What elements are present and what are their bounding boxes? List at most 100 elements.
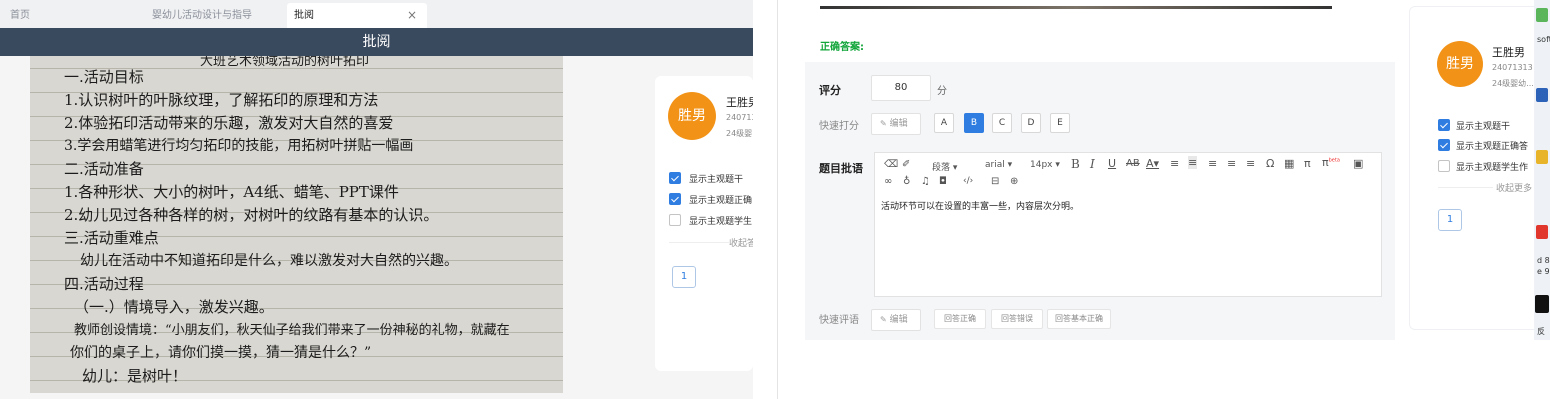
comment-partial-button[interactable]: 回答基本正确 [1047,309,1111,329]
checkbox[interactable] [669,214,681,226]
edit-label: 编辑 [889,315,908,325]
quick-score-label: 快速打分 [819,121,859,132]
indent-icon[interactable]: ≡ [1170,157,1179,170]
collapse-link[interactable]: 收起答 [729,236,753,249]
comment-correct-button[interactable]: 回答正确 [934,309,986,329]
font-select[interactable]: arial ▾ [985,160,1012,170]
student-card: 胜男 王胜男 240713 24级婴 显示主观题干 显示主观题正确 显示主观题学… [655,76,753,371]
grade-c-button[interactable]: C [992,113,1012,133]
option-label: 显示主观题正确 [689,196,753,206]
left-review-pane: 首页 婴幼儿活动设计与指导 批阅 × 批阅 大班艺术领域活动的树叶拓印 一.活动… [0,0,753,399]
student-name: 王胜男 [726,96,753,109]
font-color-icon[interactable]: A▾ [1146,157,1159,170]
comment-editor[interactable]: ⌫ ✐ 段落 ▾ arial ▾ 14px ▾ B I U AB A▾ ≡ ≡ … [874,152,1382,297]
collapse-link[interactable]: 收起更多 [1496,181,1532,194]
homework-image: 大班艺术领域活动的树叶拓印 一.活动目标 1.认识树叶的叶脉纹理，了解拓印的原理… [30,56,563,393]
folder-icon[interactable] [1536,150,1548,164]
handwriting-line: （一.）情境导入，激发兴趣。 [74,298,274,316]
right-review-pane: 正确答案: 评分 80 分 快速打分 ✎ 编辑 A B C D E 题目批语 快… [780,0,1550,340]
tab-review[interactable]: 批阅 × [287,3,427,28]
app-icon[interactable] [1536,225,1548,239]
correct-answer-label: 正确答案: [820,42,864,53]
font-size-select[interactable]: 14px ▾ [1030,160,1060,170]
tab-course-label: 婴幼儿活动设计与指导 [152,10,252,21]
align-justify-icon[interactable]: ≡ [1246,157,1255,170]
special-char-icon[interactable]: Ω [1266,157,1274,170]
handwriting-line: 教师创设情境：“小朋友们，秋天仙子给我们带来了一份神秘的礼物，就藏在 [74,323,510,338]
handwriting-line: 2.幼儿见过各种各样的树，对树叶的纹路有基本的认识。 [64,206,439,224]
handwriting-line: 幼儿在活动中不知道拓印是什么，难以激发对大自然的兴趣。 [80,253,458,269]
handwriting-line: 三.活动重难点 [64,229,159,247]
option-label: 显示主观题干 [689,175,744,185]
page-button[interactable]: 1 [1438,209,1462,231]
handwriting-line: 1.认识树叶的叶脉纹理，了解拓印的原理和方法 [64,91,379,109]
page-title: 批阅 [0,28,753,56]
tab-home[interactable]: 首页 [10,3,30,28]
checkbox[interactable] [1438,160,1450,172]
table-icon[interactable]: ▦ [1284,157,1294,170]
option-label: 显示主观题学生作 [1456,163,1529,173]
link-icon[interactable]: ∞ [884,176,892,187]
eraser-icon[interactable]: ⌫ [884,159,898,170]
handwriting-line: 2.体验拓印活动带来的乐趣，激发对大自然的喜爱 [64,114,394,132]
app-icon[interactable] [1535,295,1549,313]
score-input[interactable]: 80 [871,75,931,101]
tab-course[interactable]: 婴幼儿活动设计与指导 [152,3,252,28]
underline-icon[interactable]: U [1108,157,1116,170]
divider [669,242,729,243]
handwriting-line: 1.各种形状、大小的树叶，A4纸、蜡笔、PPT课件 [64,183,399,201]
desktop-label: d 8 [1537,256,1550,265]
student-card: 胜男 王胜男 24071313 24级婴幼... 显示主观题干 显示主观题正确答… [1409,6,1546,330]
comment-content[interactable]: 活动环节可以在设置的丰富一些，内容层次分明。 [881,199,1079,212]
handwriting-line: 四.活动过程 [64,275,144,293]
tab-review-label: 批阅 [294,10,314,21]
score-label: 评分 [819,84,841,97]
paragraph-select[interactable]: 段落 ▾ [932,160,957,173]
checkbox[interactable] [1438,139,1450,151]
bold-icon[interactable]: B [1071,157,1080,171]
camera-icon[interactable]: ◘ [939,176,947,187]
pencil-icon: ✎ [880,315,887,324]
formula-icon[interactable]: π [1304,157,1311,170]
music-icon[interactable]: ♫ [921,176,930,187]
format-painter-icon[interactable]: ✐ [902,159,910,170]
code-icon[interactable]: ‹/› [963,176,973,186]
search-icon[interactable]: ⊕ [1010,176,1018,187]
page-button[interactable]: 1 [672,266,696,288]
italic-icon[interactable]: I [1090,157,1095,171]
formula-beta-icon[interactable]: πbeta [1322,156,1340,169]
quick-comment-label: 快速评语 [819,315,859,326]
align-right-icon[interactable]: ≡ [1227,157,1236,170]
close-icon[interactable]: × [407,3,417,28]
checkbox[interactable] [1438,119,1450,131]
avatar: 胜男 [668,92,716,140]
microphone-icon[interactable]: ♁ [903,176,910,187]
strikethrough-icon[interactable]: AB [1126,158,1140,169]
comment-wrong-button[interactable]: 回答错误 [991,309,1043,329]
paragraph-label: 段落 [932,163,951,173]
edit-label: 编辑 [889,119,908,129]
handwriting-line: 你们的桌子上，请你们摸一摸，猜一猜是什么？” [70,345,372,361]
handwriting-line: 二.活动准备 [64,160,144,178]
checkbox[interactable] [669,193,681,205]
align-left-icon[interactable]: ≡ [1188,156,1198,169]
quick-comment-edit-button[interactable]: ✎ 编辑 [871,309,921,331]
app-icon[interactable] [1536,8,1548,22]
student-id: 24071313 [1492,63,1533,72]
option-label: 显示主观题学生 [689,217,753,227]
divider [1438,187,1493,188]
grade-b-button[interactable]: B [964,113,984,133]
checkbox[interactable] [669,172,681,184]
app-icon[interactable] [1536,88,1548,102]
quick-score-edit-button[interactable]: ✎ 编辑 [871,113,921,135]
handwriting-line: 幼儿：是树叶！ [82,367,188,385]
align-center-icon[interactable]: ≡ [1208,157,1217,170]
robot-icon[interactable]: ⊟ [991,176,999,187]
pencil-icon: ✎ [880,119,887,128]
tab-home-label: 首页 [10,10,30,21]
image-icon[interactable]: ▣ [1353,157,1363,170]
grade-e-button[interactable]: E [1050,113,1070,133]
image-bottom-edge [820,6,1332,9]
grade-d-button[interactable]: D [1021,113,1041,133]
grade-a-button[interactable]: A [934,113,954,133]
